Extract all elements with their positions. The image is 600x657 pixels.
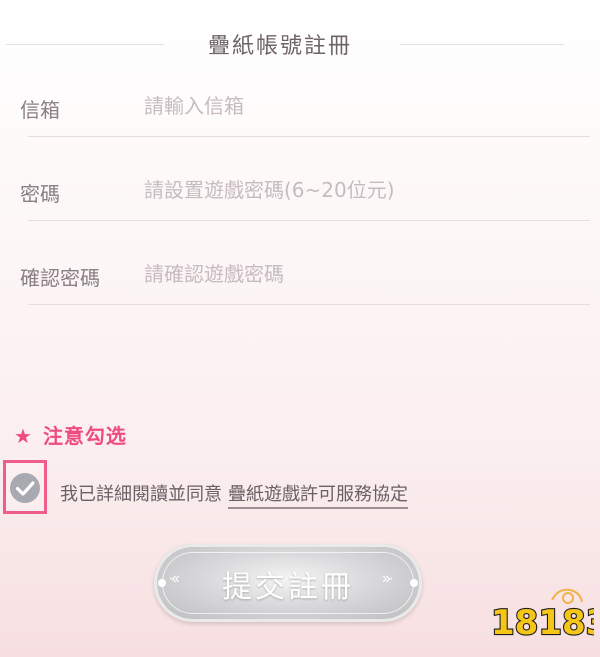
agreement-checkbox[interactable] bbox=[3, 460, 47, 514]
confirm-password-row: 確認密碼 bbox=[20, 246, 590, 306]
header-divider-right bbox=[400, 44, 564, 45]
confirm-password-input[interactable] bbox=[144, 256, 574, 292]
email-row: 信箱 bbox=[20, 78, 590, 138]
check-circle-icon bbox=[10, 473, 40, 503]
email-input[interactable] bbox=[144, 88, 574, 124]
agreement-link[interactable]: 疊紙遊戲許可服務協定 bbox=[228, 484, 408, 509]
password-label: 密碼 bbox=[20, 182, 60, 206]
email-underline bbox=[28, 136, 590, 137]
ornament-dot-right bbox=[410, 579, 418, 587]
star-icon: ★ bbox=[14, 424, 33, 448]
email-label: 信箱 bbox=[20, 98, 60, 122]
password-underline bbox=[28, 220, 590, 221]
page-header: 疊紙帳號註冊 bbox=[0, 18, 600, 70]
password-row: 密碼 bbox=[20, 162, 590, 222]
submit-area: ·‹‹ 提交註冊 ››· bbox=[154, 544, 422, 622]
submit-button[interactable]: ·‹‹ 提交註冊 ››· bbox=[154, 544, 422, 622]
site-watermark-logo: 18183 bbox=[490, 588, 594, 644]
notice-text: 注意勾选 bbox=[42, 424, 127, 448]
confirm-password-underline bbox=[28, 304, 590, 305]
agreement-text: 我已詳細閱讀並同意 bbox=[60, 484, 222, 505]
password-input[interactable] bbox=[144, 172, 574, 208]
watermark-text: 18183 bbox=[491, 603, 594, 643]
confirm-password-label: 確認密碼 bbox=[20, 266, 100, 290]
ornament-right: ››· bbox=[382, 570, 394, 587]
notice-banner: ★ 注意勾选 bbox=[14, 420, 127, 449]
agreement-row: 我已詳細閱讀並同意 疊紙遊戲許可服務協定 bbox=[60, 480, 408, 509]
